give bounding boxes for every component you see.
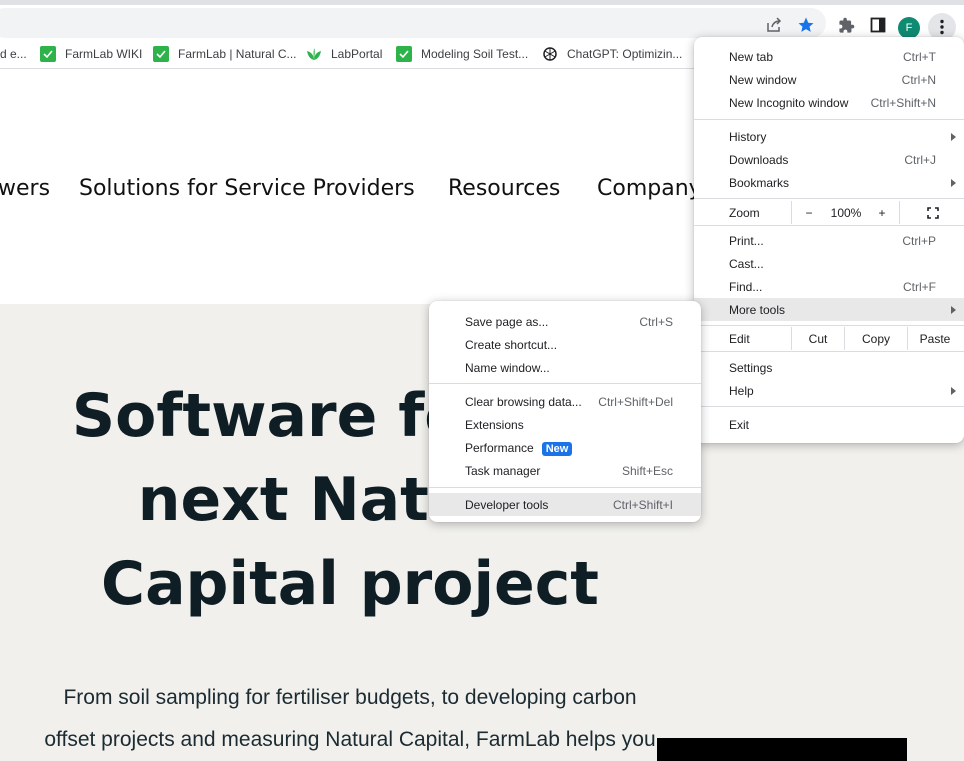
hero-text-line: offset projects and measuring Natural Ca… <box>44 728 656 751</box>
hero-text-line: From soil sampling for fertiliser budget… <box>63 686 637 709</box>
hero-description: From soil sampling for fertiliser budget… <box>0 677 700 761</box>
nav-link-company[interactable]: Company <box>597 176 702 201</box>
menu-item-find[interactable]: Find... Ctrl+F <box>694 275 964 298</box>
chatgpt-icon <box>542 46 558 62</box>
edit-label: Edit <box>729 331 750 346</box>
bookmark-item[interactable]: LabPortal <box>306 45 382 63</box>
menu-item-new-tab[interactable]: New tab Ctrl+T <box>694 45 964 68</box>
menu-item-bookmarks[interactable]: Bookmarks <box>694 171 964 194</box>
bookmark-label: Modeling Soil Test... <box>421 47 529 61</box>
zoom-out-button[interactable]: − <box>792 201 826 224</box>
menu-item-new-incognito[interactable]: New Incognito window Ctrl+Shift+N <box>694 91 964 114</box>
menu-item-cast[interactable]: Cast... <box>694 252 964 275</box>
labportal-leaf-icon <box>306 46 322 62</box>
submenu-arrow-icon <box>951 132 956 141</box>
hero-title-line: Capital project <box>101 549 599 619</box>
nav-link-solutions-service-providers[interactable]: Solutions for Service Providers <box>79 176 415 201</box>
bookmark-item[interactable]: d e... <box>0 45 27 63</box>
menu-item-extensions[interactable]: Extensions <box>429 413 701 436</box>
chrome-main-menu: New tab Ctrl+T New window Ctrl+N New Inc… <box>694 37 964 443</box>
menu-separator <box>429 383 701 384</box>
profile-avatar[interactable]: F <box>898 17 920 39</box>
menu-item-print[interactable]: Print... Ctrl+P <box>694 229 964 252</box>
menu-separator <box>694 406 964 407</box>
menu-item-save-page[interactable]: Save page as... Ctrl+S <box>429 310 701 333</box>
bookmark-label: FarmLab | Natural C... <box>178 47 297 61</box>
bookmark-item[interactable]: FarmLab WIKI <box>40 45 142 63</box>
share-icon[interactable] <box>763 14 785 36</box>
menu-item-more-tools[interactable]: More tools <box>694 298 964 321</box>
menu-separator <box>429 487 701 488</box>
fullscreen-icon[interactable] <box>920 201 946 224</box>
menu-item-create-shortcut[interactable]: Create shortcut... <box>429 333 701 356</box>
redaction-bar <box>657 738 907 761</box>
bookmark-label: FarmLab WIKI <box>65 47 143 61</box>
submenu-arrow-icon <box>951 178 956 187</box>
extensions-puzzle-icon[interactable] <box>835 14 857 36</box>
menu-item-exit[interactable]: Exit <box>694 413 964 436</box>
paste-button[interactable]: Paste <box>908 327 962 350</box>
menu-zoom-row: Zoom − 100% + <box>694 201 964 224</box>
menu-item-developer-tools[interactable]: Developer tools Ctrl+Shift+I <box>429 493 701 516</box>
performance-label: Performance <box>465 440 534 455</box>
menu-edit-row: Edit Cut Copy Paste <box>694 327 964 350</box>
bookmark-label: ChatGPT: Optimizin... <box>567 47 683 61</box>
farmlab-green-icon <box>40 46 56 62</box>
menu-separator <box>694 198 964 199</box>
bookmark-label: d e... <box>0 47 27 61</box>
bookmark-item[interactable]: ChatGPT: Optimizin... <box>542 45 682 63</box>
menu-item-performance[interactable]: Performance New <box>429 436 701 459</box>
bookmark-item[interactable]: Modeling Soil Test... <box>396 45 528 63</box>
zoom-level-value: 100% <box>830 205 862 220</box>
cut-button[interactable]: Cut <box>792 327 844 350</box>
menu-item-downloads[interactable]: Downloads Ctrl+J <box>694 148 964 171</box>
zoom-in-button[interactable]: + <box>866 201 898 224</box>
zoom-label: Zoom <box>729 205 760 220</box>
address-bar[interactable] <box>0 8 826 38</box>
new-badge: New <box>541 441 573 456</box>
menu-item-new-window[interactable]: New window Ctrl+N <box>694 68 964 91</box>
menu-separator <box>694 225 964 226</box>
menu-item-name-window[interactable]: Name window... <box>429 356 701 379</box>
submenu-arrow-icon <box>951 386 956 395</box>
bookmark-star-icon[interactable] <box>795 14 817 36</box>
menu-item-history[interactable]: History <box>694 125 964 148</box>
menu-separator <box>694 119 964 120</box>
submenu-arrow-icon <box>951 305 956 314</box>
browser-toolbar: F <box>0 5 964 41</box>
farmlab-green-icon <box>396 46 412 62</box>
bookmark-item[interactable]: FarmLab | Natural C... <box>153 45 297 63</box>
bookmark-label: LabPortal <box>331 47 383 61</box>
menu-item-clear-browsing-data[interactable]: Clear browsing data... Ctrl+Shift+Del <box>429 390 701 413</box>
side-panel-icon[interactable] <box>867 14 889 36</box>
menu-separator <box>694 325 964 326</box>
nav-link-partial[interactable]: wers <box>0 176 50 201</box>
menu-item-task-manager[interactable]: Task manager Shift+Esc <box>429 459 701 482</box>
menu-separator <box>694 351 964 352</box>
nav-link-resources[interactable]: Resources <box>448 176 560 201</box>
menu-item-help[interactable]: Help <box>694 379 964 402</box>
menu-item-settings[interactable]: Settings <box>694 356 964 379</box>
copy-button[interactable]: Copy <box>845 327 907 350</box>
farmlab-green-icon <box>153 46 169 62</box>
more-tools-submenu: Save page as... Ctrl+S Create shortcut..… <box>429 301 701 522</box>
